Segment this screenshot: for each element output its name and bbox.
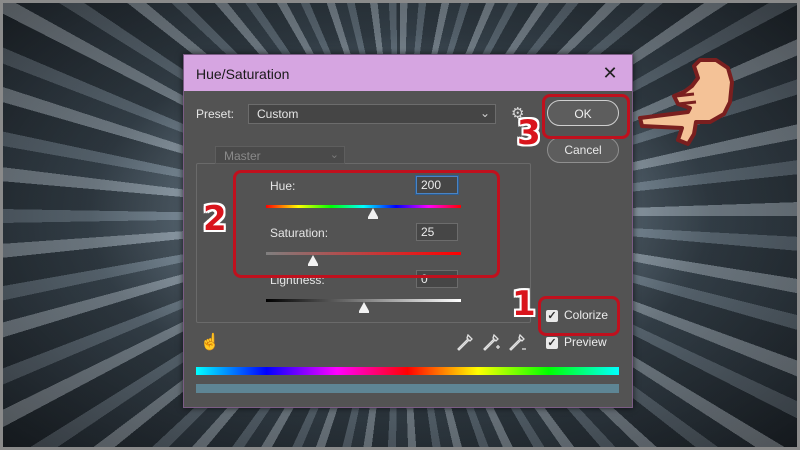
chevron-down-icon: ⌄: [329, 149, 339, 161]
input-spectrum-bar: [196, 367, 619, 375]
pointing-hand-icon: [634, 52, 738, 153]
targeted-adjustment-hand-icon[interactable]: ☝: [200, 332, 220, 352]
close-icon[interactable]: ✕: [596, 61, 624, 85]
chevron-down-icon: ⌄: [479, 106, 490, 120]
annotation-number-3: 3: [517, 113, 541, 153]
dialog-titlebar[interactable]: Hue/Saturation ✕: [184, 55, 632, 91]
lightness-slider-thumb[interactable]: [358, 302, 369, 313]
annotation-box-sliders: [233, 170, 500, 278]
preset-value: Custom: [257, 107, 299, 121]
dialog-title: Hue/Saturation: [196, 66, 290, 82]
annotation-box-ok: [542, 94, 630, 139]
eyedropper-minus-icon[interactable]: [509, 333, 527, 356]
preset-dropdown[interactable]: Custom ⌄: [248, 104, 496, 124]
eyedropper-icon[interactable]: [457, 333, 473, 356]
output-spectrum-bar: [196, 384, 619, 393]
annotation-number-1: 1: [512, 284, 536, 324]
eyedropper-plus-icon[interactable]: [483, 333, 501, 356]
annotation-number-2: 2: [203, 199, 227, 239]
channel-dropdown[interactable]: Master ⌄: [215, 146, 345, 164]
channel-value: Master: [224, 149, 261, 163]
cancel-button[interactable]: Cancel: [547, 137, 619, 163]
preview-checkbox[interactable]: ✓ Preview: [546, 335, 607, 349]
preview-label: Preview: [564, 335, 607, 349]
annotation-box-colorize: [538, 296, 620, 336]
checkmark-icon: ✓: [546, 336, 558, 349]
preset-label: Preset:: [196, 107, 235, 121]
